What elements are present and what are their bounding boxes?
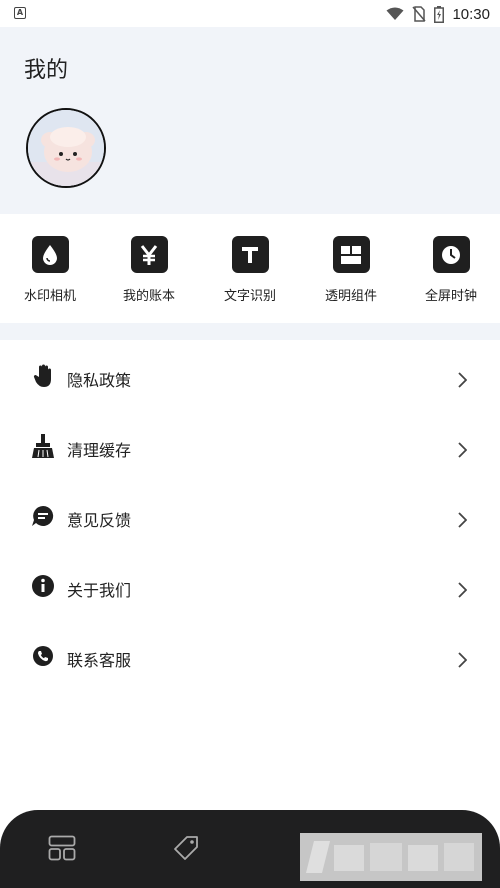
shortcut-watermark-camera[interactable]: 水印相机 — [0, 236, 100, 304]
status-icons: 10:30 — [386, 4, 490, 24]
avatar-image — [28, 110, 104, 186]
shortcut-label: 文字识别 — [223, 289, 276, 304]
chevron-right-icon — [458, 582, 467, 598]
clock-icon — [432, 236, 470, 273]
wifi-icon — [386, 7, 404, 20]
info-icon — [31, 574, 55, 598]
yen-icon — [130, 236, 168, 273]
shortcut-transparent-widget[interactable]: 透明组件 — [301, 236, 401, 304]
widget-grid-icon — [332, 236, 370, 273]
tag-icon — [174, 836, 198, 860]
menu-item-customer-service[interactable]: 联系客服 — [0, 620, 500, 690]
phone-icon — [31, 644, 55, 668]
shortcut-grid: 水印相机 我的账本 文字识别 透明组件 全屏时钟 — [0, 214, 500, 323]
chat-bubble-icon — [31, 504, 55, 528]
settings-menu: 隐私政策 清理缓存 意见反馈 关于我们 联系客服 — [0, 340, 500, 690]
text-t-icon — [231, 236, 269, 273]
menu-item-feedback[interactable]: 意见反馈 — [0, 480, 500, 550]
chevron-right-icon — [458, 512, 467, 528]
no-sim-icon — [412, 6, 427, 22]
section-divider — [0, 323, 500, 340]
shortcut-text-recognition[interactable]: 文字识别 — [200, 236, 300, 304]
menu-item-privacy-policy[interactable]: 隐私政策 — [0, 340, 500, 410]
nav-dashboard[interactable] — [46, 832, 78, 864]
menu-item-about-us[interactable]: 关于我们 — [0, 550, 500, 620]
nav-tags[interactable] — [170, 832, 202, 864]
shortcut-label: 全屏时钟 — [424, 289, 477, 304]
menu-item-clear-cache[interactable]: 清理缓存 — [0, 410, 500, 480]
status-bar: A 10:30 — [0, 0, 500, 27]
battery-charging-icon — [434, 5, 445, 23]
avatar[interactable] — [26, 108, 106, 188]
broom-icon — [31, 434, 55, 458]
chevron-right-icon — [458, 652, 467, 668]
shortcut-fullscreen-clock[interactable]: 全屏时钟 — [401, 236, 500, 304]
app-notification-icon: A — [14, 7, 26, 19]
menu-label: 联系客服 — [67, 651, 132, 670]
water-drop-icon — [31, 236, 69, 273]
dashboard-icon — [48, 835, 76, 861]
page-title: 我的 — [24, 58, 69, 83]
chevron-right-icon — [458, 372, 467, 388]
profile-header: 我的 — [0, 27, 500, 214]
status-time: 10:30 — [452, 5, 490, 23]
shortcut-label: 我的账本 — [122, 289, 175, 304]
chevron-right-icon — [458, 442, 467, 458]
shortcut-label: 水印相机 — [23, 289, 76, 304]
shortcut-label: 透明组件 — [324, 289, 377, 304]
watermark-logo — [300, 833, 482, 881]
hand-icon — [31, 364, 55, 388]
shortcut-my-ledger[interactable]: 我的账本 — [99, 236, 199, 304]
